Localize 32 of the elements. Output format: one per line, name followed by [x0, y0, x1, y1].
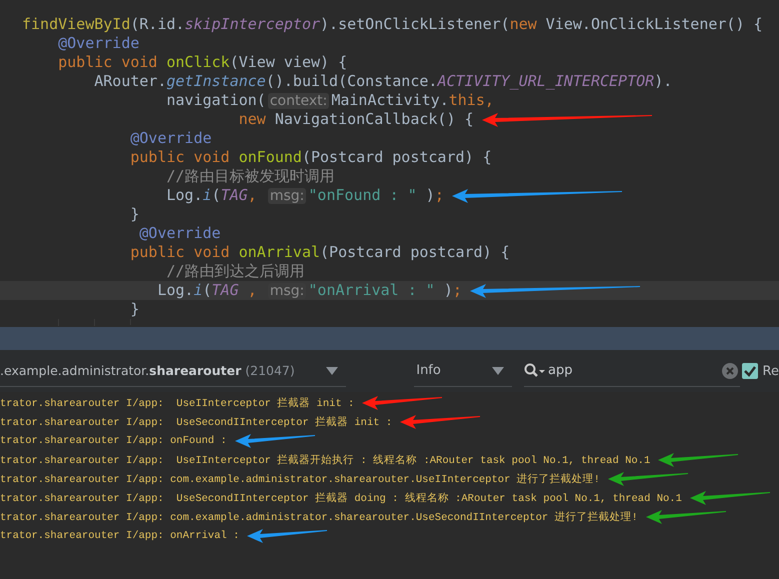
search-field[interactable]: app: [548, 363, 720, 378]
log-line: trator.sharearouter I/app: com.example.administrator.sharearouter.UseSecondIInterceptor 进行了拦截处理!: [0, 510, 638, 524]
code-line: }: [129, 205, 140, 224]
caret-icon: [326, 366, 338, 374]
search-icon[interactable]: [524, 362, 546, 378]
code-line: findViewById(R.id.skipInterceptor).setOnClickListener(new View.OnClickListener() {: [22, 15, 763, 34]
log-level-dropdown[interactable]: Info: [414, 355, 512, 387]
log-line: trator.sharearouter I/app: UseIInterceptor 拦截器 init :: [0, 396, 354, 410]
code-line: //路由到达之后调用: [165, 262, 305, 281]
log-line: trator.sharearouter I/app: com.example.administrator.sharearouter.UseIInterceptor 进行了拦截处理!: [0, 472, 600, 486]
code-line: navigation( context: MainActivity.this,: [165, 90, 494, 110]
code-line: Log.i(TAG, msg: "onFound : " );: [165, 186, 444, 206]
regex-checkbox[interactable]: [742, 363, 758, 379]
caret-icon: [492, 366, 504, 374]
code-line: }: [129, 300, 140, 319]
code-line: //路由目标被发现时调用: [165, 167, 335, 186]
regex-label: Re: [762, 364, 779, 378]
log-line: trator.sharearouter I/app: UseSecondIInterceptor 拦截器 doing : 线程名称 :ARouter task pool No.1, thread No.1: [0, 491, 682, 504]
code-line: public void onArrival(Postcard postcard) {: [129, 243, 510, 262]
log-line: trator.sharearouter I/app: UseIInterceptor 拦截器开始执行 : 线程名称 :ARouter task pool No.1, thread No.1: [0, 453, 650, 466]
code-line: Log.i(TAG , msg: "onArrival : " );: [156, 280, 462, 300]
code-line: @Override: [57, 34, 140, 53]
log-line: trator.sharearouter I/app: onFound :: [0, 434, 227, 446]
log-line: trator.sharearouter I/app: UseSecondIInterceptor 拦截器 init :: [0, 415, 392, 428]
code-line: ARouter.getInstance().build(Constance.ACTIVITY_URL_INTERCEPTOR).: [93, 72, 672, 91]
code-line: public void onFound(Postcard postcard) {: [129, 148, 492, 167]
process-dropdown[interactable]: .example.administrator.sharearouter (21047): [0, 355, 346, 387]
code-line: @Override: [129, 129, 212, 148]
code-line: public void onClick(View view) {: [57, 53, 348, 72]
log-line: trator.sharearouter I/app: onArrival :: [0, 530, 240, 542]
code-line: @Override: [138, 224, 221, 243]
code-line: new NavigationCallback() {: [238, 110, 474, 129]
